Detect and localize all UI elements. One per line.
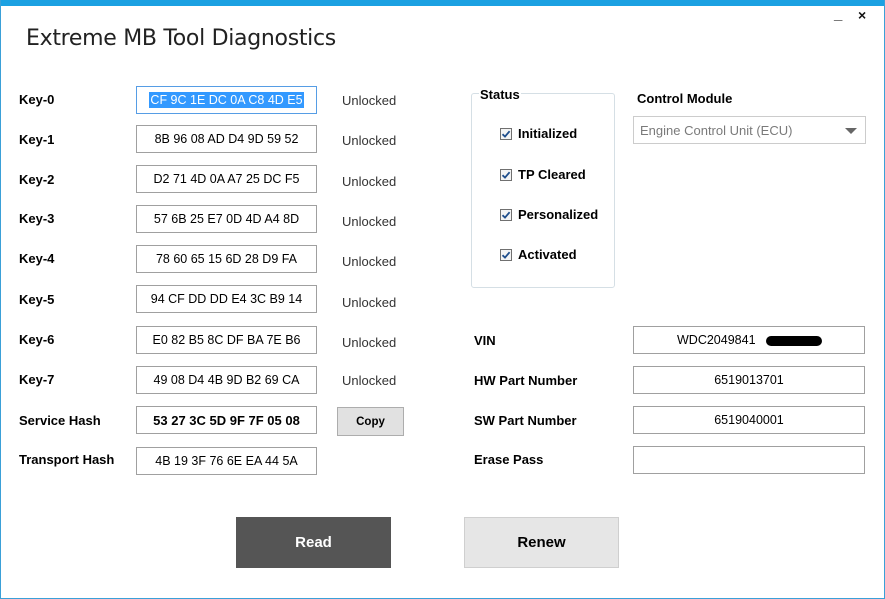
key-7-field[interactable]: 49 08 D4 4B 9D B2 69 CA [136, 366, 317, 394]
window-border-left [0, 0, 1, 599]
key-3-label: Key-3 [19, 211, 55, 226]
control-module-label: Control Module [637, 91, 733, 106]
key-1-label: Key-1 [19, 132, 55, 147]
activated-label: Activated [518, 247, 577, 262]
minimize-button[interactable]: _ [834, 6, 842, 24]
key-6-field[interactable]: E0 82 B5 8C DF BA 7E B6 [136, 326, 317, 354]
key-6-label: Key-6 [19, 332, 55, 347]
tp-cleared-checkbox[interactable]: TP Cleared [500, 167, 586, 182]
key-1-state: Unlocked [342, 133, 397, 148]
tp-cleared-label: TP Cleared [518, 167, 586, 182]
transport-hash-label: Transport Hash [19, 452, 115, 467]
checkmark-icon [500, 208, 512, 221]
key-7-state: Unlocked [342, 373, 397, 388]
key-0-value: CF 9C 1E DC 0A C8 4D E5 [149, 92, 304, 108]
vin-label: VIN [474, 333, 496, 348]
service-hash-label: Service Hash [19, 413, 101, 428]
key-7-label: Key-7 [19, 372, 55, 387]
service-hash-field[interactable]: 53 27 3C 5D 9F 7F 05 08 [136, 406, 317, 434]
key-5-field[interactable]: 94 CF DD DD E4 3C B9 14 [136, 285, 317, 313]
key-5-state: Unlocked [342, 295, 397, 310]
sw-part-number-field[interactable]: 6519040001 [633, 406, 865, 434]
window-accent-bar [0, 0, 885, 6]
key-3-field[interactable]: 57 6B 25 E7 0D 4D A4 8D [136, 205, 317, 233]
erase-pass-label: Erase Pass [474, 452, 544, 467]
renew-button[interactable]: Renew [464, 517, 619, 568]
chevron-down-icon[interactable] [845, 128, 857, 134]
initialized-label: Initialized [518, 126, 578, 141]
key-2-label: Key-2 [19, 172, 55, 187]
vin-field[interactable]: WDC2049841 [633, 326, 865, 354]
main-window: Extreme MB Tool Diagnostics _ × Key-0 CF… [0, 0, 885, 599]
key-4-field[interactable]: 78 60 65 15 6D 28 D9 FA [136, 245, 317, 273]
control-module-value: Engine Control Unit (ECU) [640, 122, 793, 138]
control-module-select[interactable]: Engine Control Unit (ECU) [633, 116, 866, 144]
key-0-field[interactable]: CF 9C 1E DC 0A C8 4D E5 [136, 86, 317, 114]
key-6-state: Unlocked [342, 335, 397, 350]
status-legend: Status [479, 87, 521, 102]
initialized-checkbox[interactable]: Initialized [500, 126, 577, 141]
key-1-field[interactable]: 8B 96 08 AD D4 9D 59 52 [136, 125, 317, 153]
sw-part-number-label: SW Part Number [474, 413, 577, 428]
read-button[interactable]: Read [236, 517, 391, 568]
key-5-label: Key-5 [19, 292, 55, 307]
key-0-state: Unlocked [342, 93, 397, 108]
key-0-label: Key-0 [19, 92, 55, 107]
personalized-checkbox[interactable]: Personalized [500, 207, 598, 222]
checkmark-icon [500, 248, 512, 261]
erase-pass-field[interactable] [633, 446, 865, 474]
key-2-state: Unlocked [342, 174, 397, 189]
window-title: Extreme MB Tool Diagnostics [26, 26, 336, 51]
copy-button[interactable]: Copy [337, 407, 404, 436]
hw-part-number-label: HW Part Number [474, 373, 578, 388]
key-3-state: Unlocked [342, 214, 397, 229]
activated-checkbox[interactable]: Activated [500, 247, 577, 262]
checkmark-icon [500, 127, 512, 140]
key-2-field[interactable]: D2 71 4D 0A A7 25 DC F5 [136, 165, 317, 193]
checkmark-icon [500, 168, 512, 181]
transport-hash-field[interactable]: 4B 19 3F 76 6E EA 44 5A [136, 447, 317, 475]
personalized-label: Personalized [518, 207, 599, 222]
hw-part-number-field[interactable]: 6519013701 [633, 366, 865, 394]
close-button[interactable]: × [858, 6, 866, 24]
key-4-label: Key-4 [19, 251, 55, 266]
key-4-state: Unlocked [342, 254, 397, 269]
vin-redaction-mark [766, 336, 822, 346]
